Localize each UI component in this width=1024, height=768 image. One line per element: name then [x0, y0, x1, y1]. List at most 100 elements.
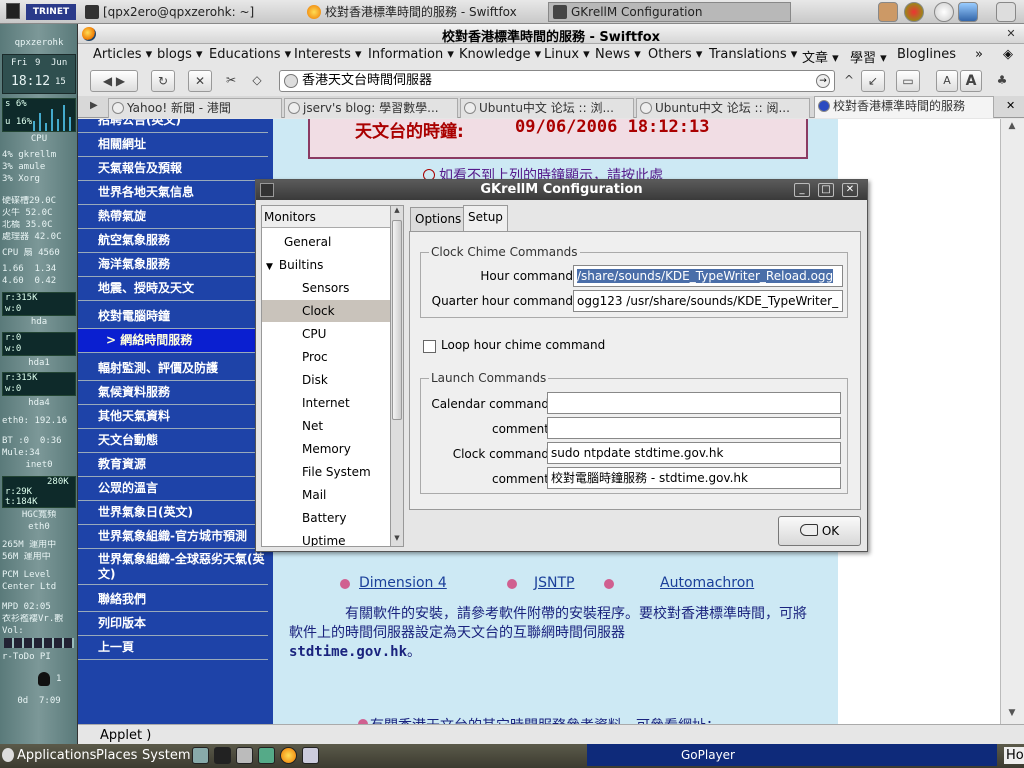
bookmark-articles[interactable]: Articles ▾	[93, 47, 152, 62]
link-automachron[interactable]: Automachron	[660, 575, 754, 591]
tools-icon[interactable]: ✂	[220, 70, 242, 92]
back-forward-button[interactable]: ◀ ▶	[90, 70, 138, 92]
dropdown-icon[interactable]: ^	[842, 70, 856, 92]
reload-button[interactable]: ↻	[151, 70, 175, 92]
bookmark-articles-zh[interactable]: 文章 ▾	[802, 47, 839, 66]
nav-weather-report[interactable]: 天氣報告及預報	[78, 157, 268, 181]
nav-climate-data[interactable]: 氣候資料服務	[78, 381, 268, 405]
expander-icon[interactable]: ▼	[266, 262, 273, 272]
scroll-thumb[interactable]	[392, 220, 402, 420]
nav-marine[interactable]: 海洋氣象服務	[78, 253, 268, 277]
gk-media-controls[interactable]	[4, 638, 74, 648]
tree-item-battery[interactable]: Battery	[262, 507, 390, 529]
network-icon[interactable]	[258, 747, 275, 764]
bookmark-others[interactable]: Others ▾	[648, 47, 702, 62]
terminal-icon[interactable]	[214, 747, 231, 764]
bookmark-educations[interactable]: Educations ▾	[209, 47, 291, 62]
tree-item-sensors[interactable]: Sensors	[262, 277, 390, 299]
tray-monitor-icon[interactable]	[958, 2, 978, 22]
browser-titlebar[interactable]: 校對香港標準時間的服務 - Swiftfox ✕	[78, 24, 1024, 45]
clock-comment-input[interactable]: 校對電腦時鐘服務 - stdtime.gov.hk	[547, 467, 841, 489]
quarter-command-input[interactable]: ogg123 /usr/share/sounds/KDE_TypeWriter_	[573, 290, 843, 312]
nav-recruitment[interactable]: 招聘公告(英文)	[78, 119, 268, 133]
nav-print-version[interactable]: 列印版本	[78, 612, 268, 636]
home-folder-icon[interactable]	[192, 747, 209, 764]
text-smaller-button[interactable]: A	[936, 70, 958, 92]
tab-setup[interactable]: Setup	[463, 205, 508, 231]
editor-icon[interactable]	[236, 747, 253, 764]
tab-jserv[interactable]: jserv's blog: 學習數學...	[284, 98, 458, 118]
taskbar-gkrellm-config[interactable]: GKrellM Configuration	[548, 2, 791, 22]
download-button[interactable]: ↙	[861, 70, 885, 92]
tray-window-icon[interactable]	[996, 2, 1016, 22]
go-icon[interactable]: →	[816, 74, 830, 88]
corner-label[interactable]: Ho	[1004, 747, 1024, 764]
ok-button[interactable]: OK	[778, 516, 861, 546]
nav-network-time-service[interactable]: > 網絡時間服務	[78, 329, 268, 353]
nav-earthquake-time-astronomy[interactable]: 地震、授時及天文	[78, 277, 268, 301]
link-jsntp[interactable]: JSNTP	[534, 575, 574, 591]
bookmark-linux[interactable]: Linux ▾	[544, 47, 590, 62]
text-larger-button[interactable]: A	[960, 70, 982, 92]
nav-related-links[interactable]: 相關網址	[78, 133, 268, 157]
home-icon[interactable]: ◇	[246, 70, 268, 92]
close-tab-icon[interactable]: ✕	[1006, 99, 1015, 112]
close-icon[interactable]: ✕	[1004, 27, 1018, 41]
dialog-titlebar[interactable]: GKrellM Configuration _ □ ✕	[256, 180, 867, 200]
tree-item-net[interactable]: Net	[262, 415, 390, 437]
nav-aviation[interactable]: 航空氣象服務	[78, 229, 268, 253]
bookmark-interests[interactable]: Interests ▾	[294, 47, 362, 62]
calendar-command-input[interactable]	[547, 392, 841, 414]
nav-wmo-city-forecast[interactable]: 世界氣象組織-官方城市預測	[78, 525, 268, 549]
minimize-icon[interactable]: _	[794, 183, 810, 197]
hour-command-input[interactable]: /share/sounds/KDE_TypeWriter_Reload.ogg	[573, 265, 843, 287]
scroll-down-icon[interactable]: ▼	[1005, 708, 1019, 722]
tab-scroll-icon[interactable]: ▶	[90, 100, 98, 111]
window-button[interactable]: ▭	[896, 70, 920, 92]
calendar-comment-input[interactable]	[547, 417, 841, 439]
nav-other-weather[interactable]: 其他天氣資料	[78, 405, 268, 429]
tab-ubuntu-2[interactable]: Ubuntu中文 论坛 :: 阅...	[636, 98, 810, 118]
bookmark-knowledge[interactable]: Knowledge ▾	[459, 47, 541, 62]
tree-item-mail[interactable]: Mail	[262, 484, 390, 506]
bookmark-bloglines[interactable]: Bloglines	[897, 47, 956, 62]
tray-badge-icon[interactable]	[904, 2, 924, 22]
scroll-up-icon[interactable]: ▲	[1005, 121, 1019, 135]
tree-item-proc[interactable]: Proc	[262, 346, 390, 368]
link-dimension4[interactable]: Dimension 4	[359, 575, 447, 591]
tree-item-builtins[interactable]: ▼ Builtins	[262, 254, 390, 276]
tree-item-uptime[interactable]: Uptime	[262, 530, 390, 546]
url-bar[interactable]: 香港天文台時間伺服器 →	[279, 70, 835, 92]
browser-icon[interactable]	[280, 747, 297, 764]
bookmark-information[interactable]: Information ▾	[368, 47, 454, 62]
tree-item-general[interactable]: General	[262, 231, 390, 253]
nav-tropical-cyclone[interactable]: 熱帶氣旋	[78, 205, 268, 229]
nav-world-weather[interactable]: 世界各地天氣信息	[78, 181, 268, 205]
nav-public-warmth[interactable]: 公眾的溫言	[78, 477, 268, 501]
close-icon[interactable]: ✕	[842, 183, 858, 197]
tree-scrollbar[interactable]: ▲ ▼	[390, 205, 404, 547]
scroll-up-icon[interactable]: ▲	[392, 206, 402, 218]
tree-header[interactable]: Monitors	[262, 206, 390, 228]
taskbar-terminal[interactable]: [qpx2ero@qpxzerohk: ~]	[80, 2, 295, 22]
taskbar-swiftfox[interactable]: 校對香港標準時間的服務 - Swiftfox	[302, 2, 542, 22]
system-menu[interactable]: System	[142, 748, 190, 763]
bookmark-blogs[interactable]: blogs ▾	[157, 47, 203, 62]
tab-ubuntu-1[interactable]: Ubuntu中文 论坛 :: 浏...	[460, 98, 634, 118]
chat-icon[interactable]	[302, 747, 319, 764]
clock-command-input[interactable]: sudo ntpdate stdtime.gov.hk	[547, 442, 841, 464]
scroll-down-icon[interactable]: ▼	[392, 534, 402, 546]
gnome-foot-icon[interactable]	[2, 748, 14, 762]
tab-yahoo[interactable]: Yahoo! 新聞 - 港聞	[108, 98, 282, 118]
bookmark-news[interactable]: News ▾	[595, 47, 641, 62]
tray-circle-icon[interactable]	[934, 2, 954, 22]
menu-icon[interactable]: ◈	[1003, 47, 1013, 62]
tray-tools-icon[interactable]	[878, 2, 898, 22]
nav-radiation[interactable]: 輻射監測、評價及防護	[78, 357, 268, 381]
tree-item-memory[interactable]: Memory	[262, 438, 390, 460]
taskbar-goplayer[interactable]: GoPlayer	[587, 744, 997, 766]
applications-menu[interactable]: Applications	[17, 748, 96, 763]
tab-stdtime[interactable]: 校對香港標準時間的服務	[814, 96, 994, 118]
stop-button[interactable]: ✕	[188, 70, 212, 92]
vertical-scrollbar[interactable]: ▲ ▼	[1000, 119, 1024, 724]
